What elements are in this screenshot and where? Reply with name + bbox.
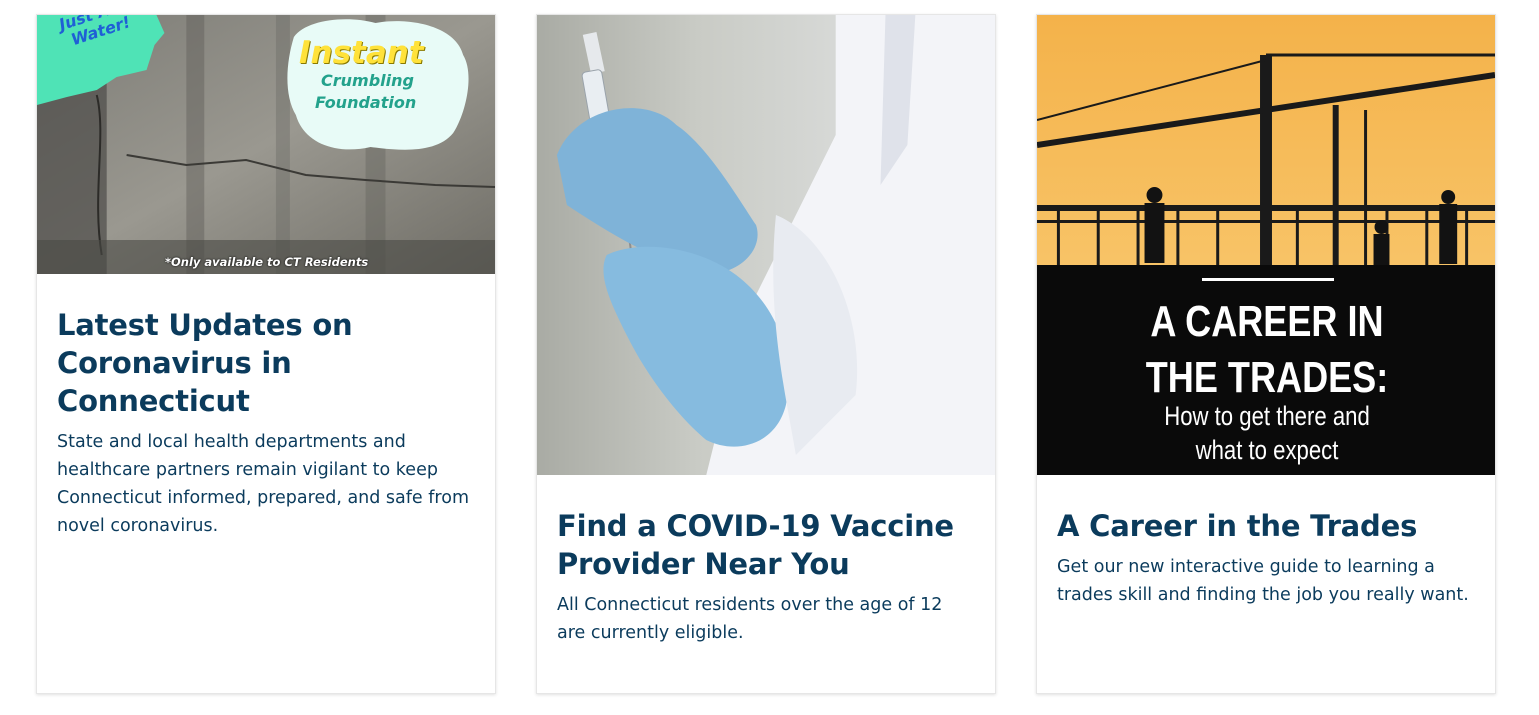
career-overlay-line2: THE TRADES: [1145,353,1389,402]
card-description: Get our new interactive guide to learnin… [1057,557,1469,605]
crumbling-foundation-image[interactable]: Just Add Water! Instant Crumbling Founda… [37,15,495,274]
gloved-hands-syringe-graphic [537,15,995,475]
vaccine-syringe-image[interactable] [537,15,995,475]
crumbling-label: Crumbling [321,71,414,90]
card-coronavirus-updates[interactable]: Just Add Water! Instant Crumbling Founda… [36,14,496,694]
card-vaccine-provider[interactable]: Find a COVID-19 Vaccine Provider Near Yo… [536,14,996,694]
title-divider [1202,278,1334,281]
career-overlay-line1: A CAREER IN [1150,297,1384,346]
card-description: State and local health departments and h… [57,432,469,536]
card-title[interactable]: Find a COVID-19 Vaccine Provider Near Yo… [557,507,975,583]
career-overlay-line3: How to get there and [1164,401,1370,431]
instant-label: Instant [299,35,424,71]
career-trades-image[interactable]: A CAREER IN THE TRADES: How to get there… [1037,15,1495,475]
card-description: All Connecticut residents over the age o… [557,595,943,643]
foundation-wall-graphic [37,15,495,274]
card-title[interactable]: Latest Updates on Coronavirus in Connect… [57,306,475,420]
foundation-label: Foundation [315,93,417,112]
residents-note: *Only available to CT Residents [165,255,369,269]
card-career-trades[interactable]: A CAREER IN THE TRADES: How to get there… [1036,14,1496,694]
card-body: A Career in the Trades Get our new inter… [1037,475,1495,609]
card-body: Latest Updates on Coronavirus in Connect… [37,274,495,540]
career-overlay-line4: what to expect [1195,435,1339,465]
card-body: Find a COVID-19 Vaccine Provider Near Yo… [537,475,995,647]
card-title[interactable]: A Career in the Trades [1057,507,1475,545]
